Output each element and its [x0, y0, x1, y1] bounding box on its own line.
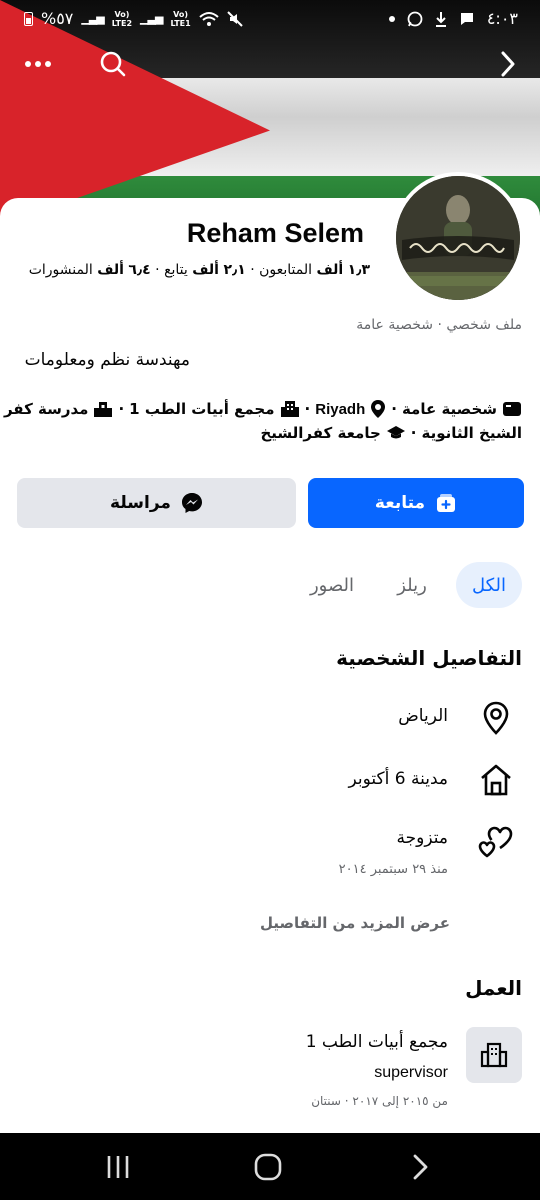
status-bar: %٥٧ ▁▃▅ Vo) LTE2 ▁▃▅ Vo) LTE1 ٤:٠٣ [0, 0, 540, 40]
video-category-icon [503, 402, 521, 416]
more-icon [25, 61, 51, 67]
message-button-label: مراسلة [110, 493, 171, 513]
back-button[interactable] [496, 48, 520, 80]
sim2-label: Vo) LTE2 [111, 9, 133, 28]
info-city: Riyadh [315, 400, 366, 418]
recents-icon[interactable] [103, 1152, 133, 1182]
nav-back-icon[interactable] [406, 1152, 436, 1182]
following-count: ٢٫١ [223, 262, 246, 278]
work-position: supervisor [374, 1064, 448, 1081]
whatsapp-icon [407, 11, 423, 26]
tab-photos[interactable]: الصور [300, 562, 364, 608]
sim1-label: Vo) LTE1 [170, 9, 191, 28]
clock: ٤:٠٣ [486, 9, 518, 28]
personal-details-title: التفاصيل الشخصية [336, 646, 522, 670]
search-icon [100, 51, 126, 77]
home-nav-icon[interactable] [253, 1152, 283, 1182]
tab-reels[interactable]: ريلز [384, 562, 440, 608]
profile-stats[interactable]: ١٫٣ ألف المتابعون · ٢٫١ ألف يتابع · ٦٫٤ … [29, 262, 370, 278]
mute-icon [226, 10, 243, 27]
wifi-icon [199, 11, 219, 26]
following-label: يتابع [164, 262, 188, 278]
download-icon [435, 11, 446, 27]
building-small-icon [280, 401, 299, 417]
system-nav-bar [0, 1133, 540, 1200]
home-icon [481, 764, 511, 796]
profile-name: Reham Selem [186, 218, 364, 248]
posts-count: ٦٫٤ [128, 262, 151, 278]
followers-count: ١٫٣ [347, 262, 370, 278]
following-unit: ألف [192, 262, 219, 278]
avatar-image [396, 176, 520, 300]
info-category: شخصية عامة [401, 400, 497, 418]
profile-category: ملف شخصي · شخصية عامة [356, 317, 522, 333]
school-small-icon [94, 402, 113, 417]
notification-dot-icon [388, 15, 395, 22]
profile-bio: مهندسة نظم ومعلومات [24, 350, 190, 370]
work-employer[interactable]: مجمع أبيات الطب 1 [306, 1032, 448, 1052]
detail-hometown: مدينة 6 أكتوبر [348, 769, 449, 789]
info-workplace: مجمع أبيات الطب 1 [129, 400, 275, 418]
info-line-1: شخصية عامة · Riyadh · مجمع أبيات الطب 1 … [4, 399, 522, 419]
location-pin-small-icon [371, 400, 386, 418]
detail-relationship: متزوجة [396, 828, 448, 848]
follow-button-label: متابعة [374, 493, 426, 513]
profile-sheet [0, 198, 540, 1148]
followers-unit: ألف [316, 262, 344, 278]
see-more-details-link[interactable]: عرض المزيد من التفاصيل [260, 914, 450, 932]
search-button[interactable] [98, 48, 128, 80]
detail-relationship-since: منذ ٢٩ سبتمبر ٢٠١٤ [338, 862, 448, 877]
add-friend-icon [437, 494, 456, 512]
work-title: العمل [465, 976, 522, 1000]
posts-unit: ألف [97, 262, 124, 278]
info-school-part1: مدرسة كفر [3, 400, 89, 418]
building-icon [480, 1042, 508, 1068]
graduation-cap-icon [386, 426, 405, 439]
more-button[interactable] [24, 48, 52, 80]
signal-icon: ▁▃▅ [81, 12, 104, 25]
battery-icon [24, 11, 33, 26]
message-icon [460, 12, 473, 25]
back-chevron-icon [501, 51, 515, 77]
work-building-tile [466, 1027, 522, 1083]
hearts-icon [478, 826, 513, 858]
info-university: جامعة كفرالشيخ [260, 424, 381, 442]
message-button[interactable]: مراسلة [17, 478, 296, 528]
signal-icon-2: ▁▃▅ [140, 12, 163, 25]
info-school-part2: الشيخ الثانوية [421, 424, 523, 442]
battery-percent: %٥٧ [41, 9, 74, 28]
posts-label: المنشورات [28, 262, 93, 278]
location-pin-icon [483, 701, 509, 735]
work-duration: من ٢٠١٥ إلى ٢٠١٧ · سنتان [311, 1094, 448, 1108]
tab-all[interactable]: الكل [456, 562, 522, 608]
info-line-2: الشيخ الثانوية · جامعة كفرالشيخ [260, 424, 522, 442]
avatar[interactable] [392, 172, 524, 304]
messenger-icon [181, 493, 202, 513]
avatar-illustration [396, 176, 520, 300]
status-left: %٥٧ ▁▃▅ Vo) LTE2 ▁▃▅ Vo) LTE1 [24, 9, 243, 28]
status-right: ٤:٠٣ [388, 9, 518, 28]
followers-label: المتابعون [259, 262, 313, 278]
detail-location: الرياض [398, 706, 448, 726]
follow-button[interactable]: متابعة [308, 478, 524, 528]
